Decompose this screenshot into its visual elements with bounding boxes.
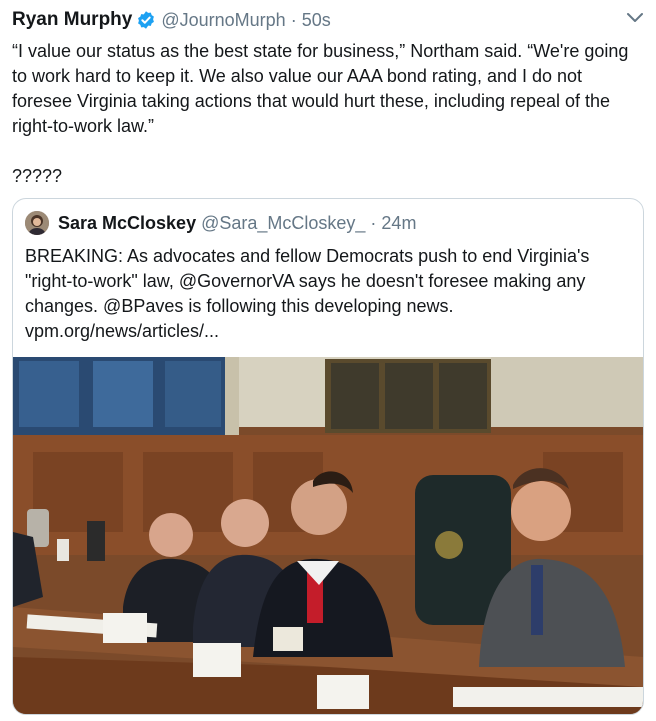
author-name[interactable]: Ryan Murphy: [12, 9, 132, 31]
tweet-header: Ryan Murphy @JournoMurph · 50s: [12, 8, 331, 32]
tweet-timestamp[interactable]: 50s: [302, 10, 331, 31]
quoted-author-handle[interactable]: @Sara_McCloskey_: [201, 213, 365, 234]
author-handle[interactable]: @JournoMurph: [161, 10, 285, 31]
tweet-text: “I value our status as the best state fo…: [12, 41, 629, 186]
quoted-tweet[interactable]: Sara McCloskey @Sara_McCloskey_ · 24m BR…: [12, 198, 644, 715]
meta-separator: ·: [370, 212, 377, 233]
quoted-tweet-timestamp[interactable]: 24m: [381, 213, 416, 234]
meta-separator: ·: [290, 9, 297, 30]
chevron-down-icon[interactable]: [626, 12, 644, 24]
meeting-photo[interactable]: [13, 357, 643, 715]
avatar[interactable]: [25, 211, 49, 235]
verified-badge-icon: [138, 11, 155, 29]
quoted-author-name[interactable]: Sara McCloskey: [58, 213, 196, 234]
quoted-tweet-text: BREAKING: As advocates and fellow Democr…: [25, 246, 590, 341]
quoted-tweet-header: Sara McCloskey @Sara_McCloskey_ · 24m: [25, 211, 416, 235]
